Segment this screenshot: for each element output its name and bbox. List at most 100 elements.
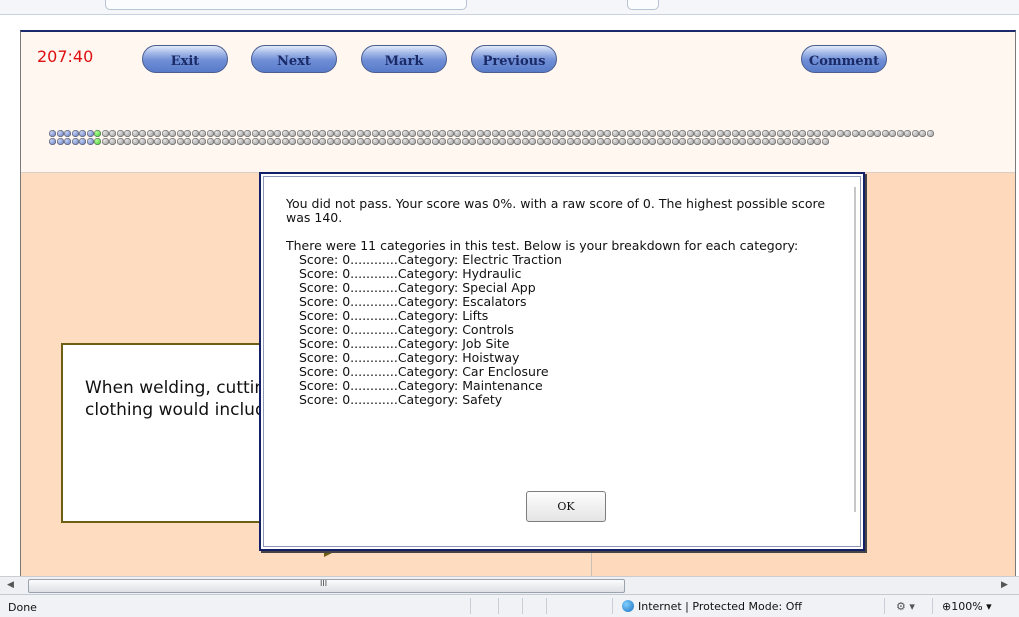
- previous-button[interactable]: Previous: [471, 45, 557, 73]
- progress-dot[interactable]: [656, 130, 664, 137]
- progress-dot[interactable]: [281, 137, 289, 145]
- progress-dot[interactable]: [64, 137, 71, 145]
- progress-dot[interactable]: [439, 130, 446, 137]
- progress-dot[interactable]: [379, 130, 386, 137]
- progress-dot[interactable]: [341, 137, 349, 145]
- progress-dot[interactable]: [236, 137, 244, 145]
- progress-dot[interactable]: [926, 130, 934, 137]
- progress-dot[interactable]: [694, 130, 701, 137]
- progress-dot[interactable]: [844, 130, 851, 137]
- progress-dot[interactable]: [611, 130, 619, 137]
- progress-dot[interactable]: [626, 137, 634, 145]
- progress-dot[interactable]: [56, 130, 64, 137]
- progress-dot[interactable]: [64, 130, 71, 137]
- progress-dot[interactable]: [641, 137, 649, 145]
- progress-dot[interactable]: [109, 137, 116, 145]
- security-icon[interactable]: ⚙ ▾: [896, 600, 915, 613]
- progress-dot[interactable]: [229, 130, 236, 137]
- progress-dot[interactable]: [191, 137, 199, 145]
- progress-dot[interactable]: [304, 137, 311, 145]
- progress-dot[interactable]: [79, 137, 86, 145]
- progress-dot[interactable]: [259, 130, 266, 137]
- progress-dot[interactable]: [731, 130, 739, 137]
- progress-dot[interactable]: [86, 130, 94, 137]
- progress-dot[interactable]: [409, 130, 416, 137]
- progress-dot[interactable]: [799, 130, 806, 137]
- progress-dot[interactable]: [311, 130, 319, 137]
- progress-dot[interactable]: [566, 130, 574, 137]
- progress-dot[interactable]: [364, 137, 371, 145]
- progress-dot[interactable]: [71, 137, 79, 145]
- progress-dot[interactable]: [484, 137, 491, 145]
- progress-dot[interactable]: [244, 137, 251, 145]
- progress-dot[interactable]: [836, 130, 844, 137]
- progress-dot[interactable]: [154, 130, 161, 137]
- progress-dot[interactable]: [334, 137, 341, 145]
- progress-dot[interactable]: [784, 137, 791, 145]
- progress-dot[interactable]: [161, 130, 169, 137]
- progress-dot[interactable]: [424, 137, 431, 145]
- progress-dot[interactable]: [469, 137, 476, 145]
- progress-dot[interactable]: [866, 130, 874, 137]
- progress-dot[interactable]: [709, 130, 716, 137]
- progress-dot[interactable]: [596, 137, 604, 145]
- progress-dot[interactable]: [604, 137, 611, 145]
- progress-dot[interactable]: [634, 137, 641, 145]
- progress-dot[interactable]: [469, 130, 476, 137]
- progress-dot[interactable]: [754, 137, 761, 145]
- progress-dot[interactable]: [356, 130, 364, 137]
- progress-dot[interactable]: [761, 130, 769, 137]
- progress-dot[interactable]: [266, 130, 274, 137]
- progress-dot[interactable]: [701, 130, 709, 137]
- progress-dot[interactable]: [506, 137, 514, 145]
- progress-dot[interactable]: [214, 137, 221, 145]
- progress-dot[interactable]: [229, 137, 236, 145]
- progress-dot[interactable]: [401, 130, 409, 137]
- progress-dot[interactable]: [176, 130, 184, 137]
- progress-dot[interactable]: [491, 130, 499, 137]
- progress-dot[interactable]: [311, 137, 319, 145]
- progress-dot[interactable]: [476, 130, 484, 137]
- progress-dot[interactable]: [716, 130, 724, 137]
- mark-button[interactable]: Mark: [361, 45, 447, 73]
- progress-dot[interactable]: [784, 130, 791, 137]
- progress-dot[interactable]: [71, 130, 79, 137]
- progress-dot[interactable]: [911, 130, 919, 137]
- progress-dot[interactable]: [131, 137, 139, 145]
- progress-dot[interactable]: [694, 137, 701, 145]
- progress-dot[interactable]: [656, 137, 664, 145]
- progress-dot[interactable]: [769, 137, 776, 145]
- progress-dot[interactable]: [94, 137, 101, 145]
- progress-dot[interactable]: [746, 137, 754, 145]
- progress-dot[interactable]: [356, 137, 364, 145]
- progress-dot[interactable]: [521, 130, 529, 137]
- progress-dot[interactable]: [386, 130, 394, 137]
- progress-dot[interactable]: [791, 130, 799, 137]
- progress-dot[interactable]: [716, 137, 724, 145]
- progress-dot[interactable]: [176, 137, 184, 145]
- progress-dot[interactable]: [859, 130, 866, 137]
- progress-dot[interactable]: [499, 130, 506, 137]
- progress-dot[interactable]: [619, 130, 626, 137]
- progress-dot[interactable]: [769, 130, 776, 137]
- progress-dot[interactable]: [274, 130, 281, 137]
- progress-dot[interactable]: [731, 137, 739, 145]
- progress-dot[interactable]: [221, 137, 229, 145]
- progress-dot[interactable]: [139, 130, 146, 137]
- progress-dot[interactable]: [206, 137, 214, 145]
- progress-dot[interactable]: [821, 130, 829, 137]
- progress-dot[interactable]: [289, 130, 296, 137]
- progress-dot[interactable]: [244, 130, 251, 137]
- progress-dot[interactable]: [139, 137, 146, 145]
- scroll-left-arrow-icon[interactable]: ◀: [7, 580, 14, 590]
- progress-dot[interactable]: [559, 137, 566, 145]
- progress-dot[interactable]: [574, 137, 581, 145]
- progress-dot[interactable]: [116, 130, 124, 137]
- progress-dot[interactable]: [461, 137, 469, 145]
- progress-dot[interactable]: [626, 130, 634, 137]
- progress-dot[interactable]: [664, 130, 671, 137]
- progress-dot[interactable]: [266, 137, 274, 145]
- progress-dot[interactable]: [214, 130, 221, 137]
- progress-dot[interactable]: [581, 130, 589, 137]
- zoom-control[interactable]: ⊕100% ▾: [942, 600, 992, 613]
